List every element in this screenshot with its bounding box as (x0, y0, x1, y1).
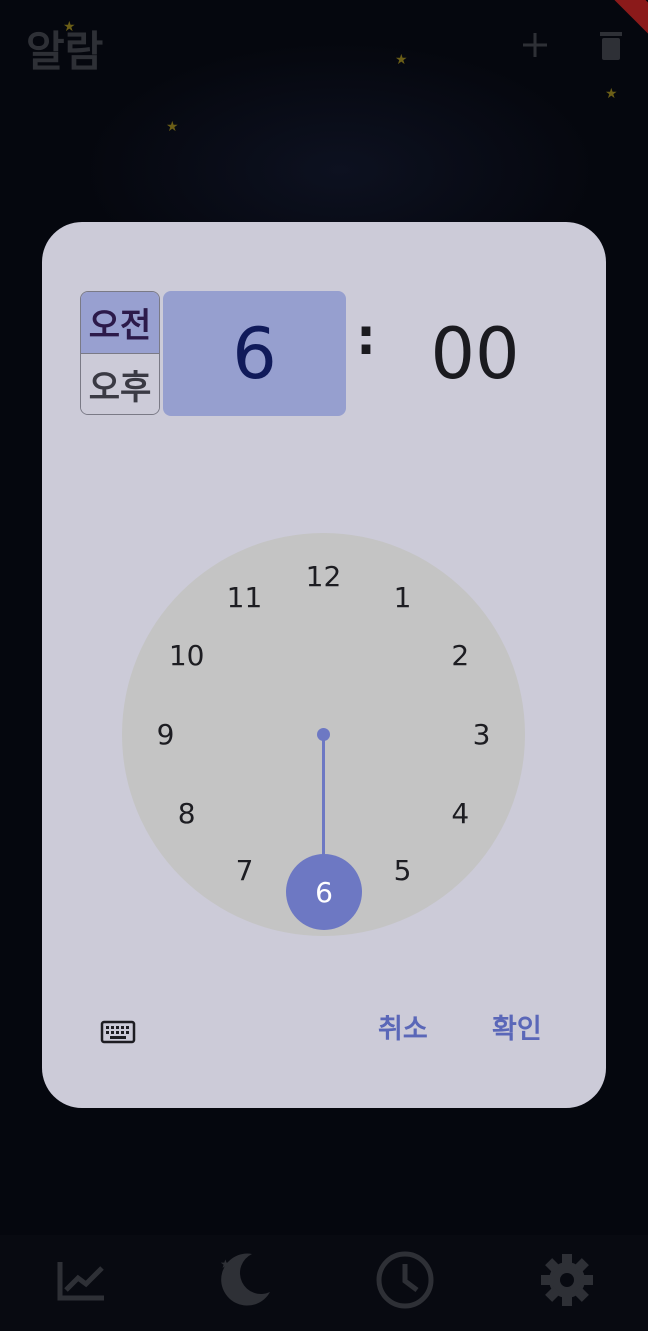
keyboard-icon[interactable] (100, 1018, 136, 1046)
star-decoration: ★ (395, 52, 408, 68)
dial-number[interactable]: 11 (225, 582, 265, 613)
dial-number[interactable]: 4 (440, 798, 480, 829)
am-button[interactable]: 오전 (81, 292, 159, 354)
app-title: 알람 (26, 27, 104, 76)
cancel-button[interactable]: 취소 (378, 1010, 428, 1050)
clock-icon[interactable] (375, 1250, 435, 1310)
svg-text:★: ★ (220, 1257, 231, 1271)
period-toggle: 오전 오후 (80, 291, 160, 415)
dial-number[interactable]: 9 (146, 719, 186, 750)
star-decoration: ★ (605, 86, 618, 102)
star-decoration: ★ (166, 119, 179, 135)
debug-banner-label: G (620, 0, 633, 1)
plus-icon[interactable] (518, 28, 552, 62)
trash-icon[interactable] (594, 28, 628, 62)
moon-icon[interactable]: ★ (214, 1250, 274, 1310)
hour-field[interactable]: 6 (163, 291, 346, 416)
selected-hour-marker[interactable]: 6 (286, 854, 362, 930)
pm-button[interactable]: 오후 (81, 354, 159, 414)
chart-icon[interactable] (52, 1250, 112, 1310)
time-separator: : (356, 308, 376, 366)
dial-number[interactable]: 7 (225, 856, 265, 886)
dial-number[interactable]: 1 (383, 582, 423, 613)
dial-number[interactable]: 2 (440, 640, 480, 671)
confirm-button[interactable]: 확인 (492, 1010, 542, 1050)
minute-field[interactable]: 00 (400, 291, 550, 416)
clock-center-dot (317, 728, 330, 741)
dial-number[interactable]: 5 (383, 856, 423, 886)
clock-hand (322, 734, 325, 869)
gear-icon[interactable] (537, 1250, 597, 1310)
dial-number[interactable]: 10 (167, 640, 207, 671)
dial-number[interactable]: 3 (462, 719, 502, 750)
dial-number[interactable]: 8 (167, 798, 207, 829)
dial-number[interactable]: 12 (304, 561, 344, 592)
